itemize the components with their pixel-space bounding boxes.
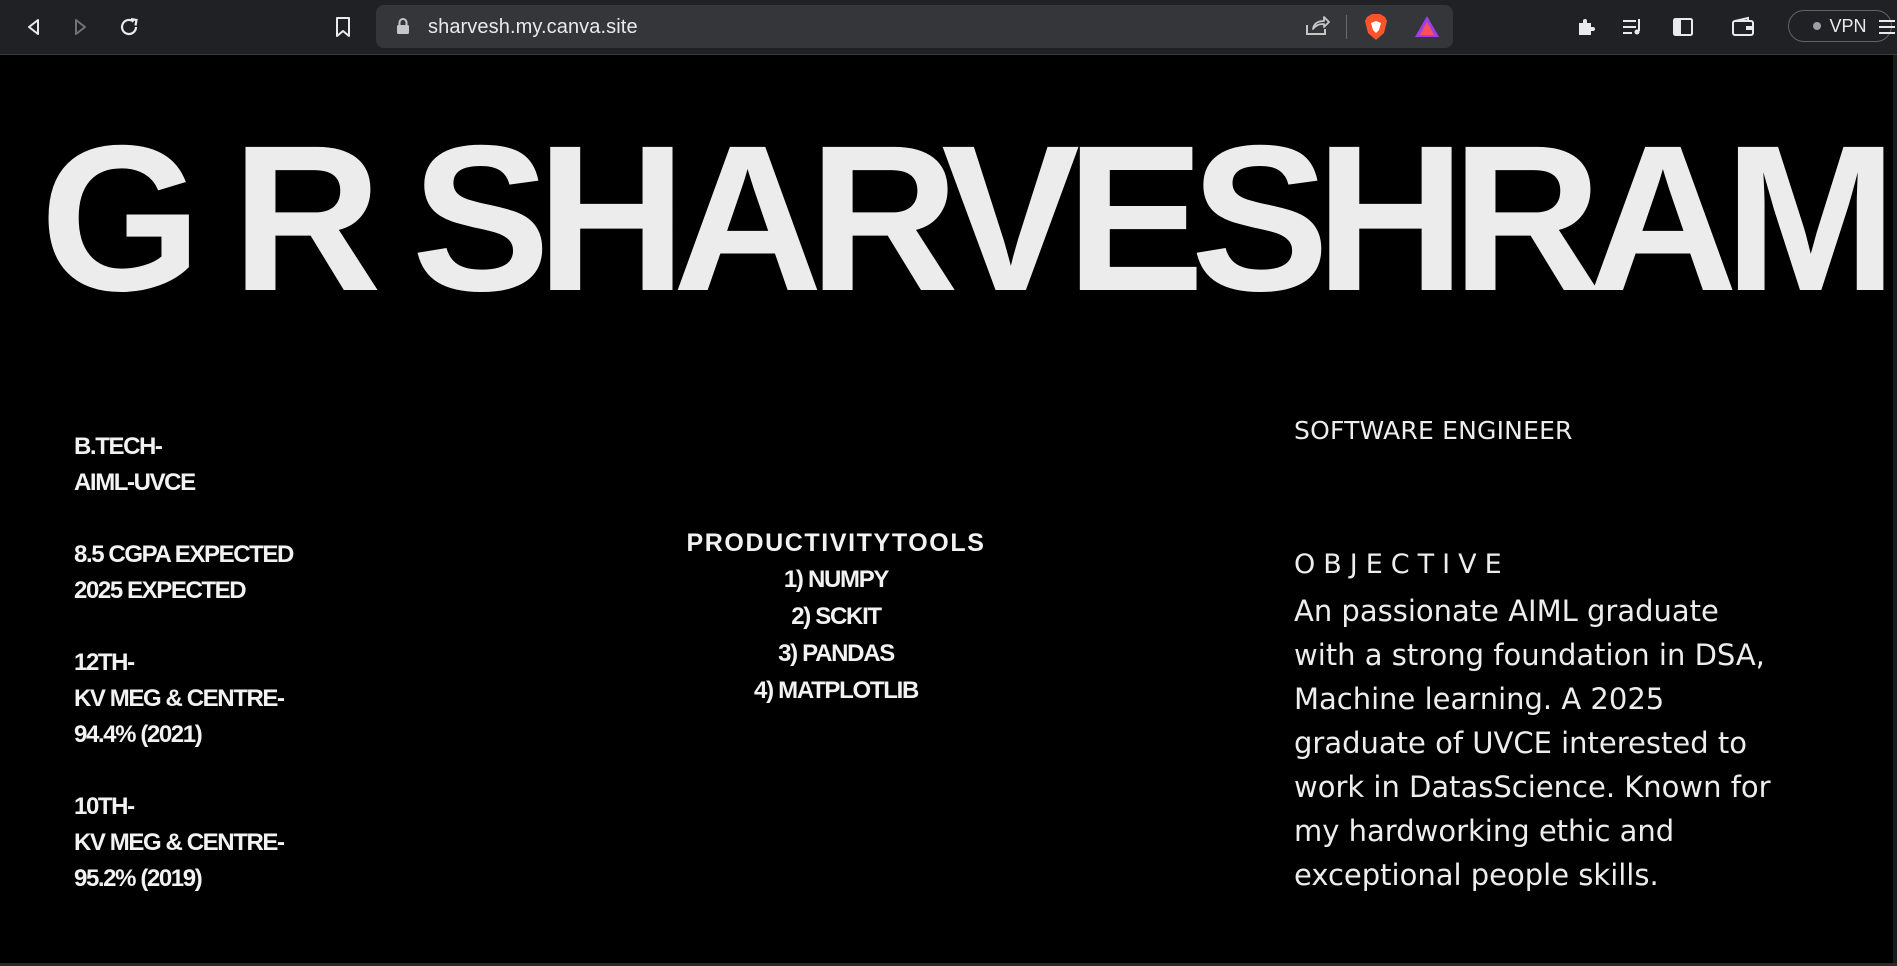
lock-icon[interactable] (396, 17, 410, 40)
education-line: 8.5 CGPA EXPECTED (74, 541, 294, 568)
objective-line: exceptional people skills. (1294, 858, 1659, 892)
education-line: 95.2% (2019) (74, 865, 203, 892)
menu-icon[interactable] (1873, 11, 1897, 43)
brave-rewards-icon[interactable] (1413, 14, 1441, 45)
education-line: KV MEG & CENTRE- (74, 685, 285, 712)
back-icon[interactable] (18, 11, 50, 43)
education-line: 12TH- (74, 649, 135, 676)
hero-name: G R SHARVESHRAM (40, 103, 1897, 335)
sidebar-icon[interactable] (1667, 11, 1699, 43)
role-title: SOFTWARE ENGINEER (1294, 416, 1573, 445)
education-block-degree: B.TECH- AIML-UVCE (74, 429, 293, 501)
objective-line: with a strong foundation in DSA, (1294, 638, 1765, 672)
brave-shields-icon[interactable] (1363, 13, 1389, 46)
objective-text: An passionate AIML graduate with a stron… (1294, 589, 1794, 897)
objective-line: Machine learning. A 2025 (1294, 682, 1665, 716)
education-line: 94.4% (2021) (74, 721, 203, 748)
scrollbar[interactable] (1893, 55, 1897, 963)
productivity-title: PRODUCTIVITYTOOLS (686, 529, 986, 557)
extensions-icon[interactable] (1570, 11, 1602, 43)
url-text[interactable]: sharvesh.my.canva.site (428, 16, 638, 39)
vpn-label: VPN (1829, 15, 1867, 36)
objective-line: my hardworking ethic and (1294, 814, 1675, 848)
education-column: B.TECH- AIML-UVCE 8.5 CGPA EXPECTED 2025… (74, 429, 294, 933)
address-bar[interactable]: sharvesh.my.canva.site (376, 5, 1453, 48)
objective-heading: OBJECTIVE (1294, 549, 1510, 580)
wallet-icon[interactable] (1727, 11, 1759, 43)
tool-item: 2) SCKIT (791, 603, 882, 630)
playlist-icon[interactable] (1617, 11, 1649, 43)
share-icon[interactable] (1304, 15, 1330, 42)
tool-item: 4) MATPLOTLIB (754, 677, 919, 704)
education-line: KV MEG & CENTRE- (74, 829, 285, 856)
forward-icon[interactable] (64, 11, 96, 43)
productivity-tools: PRODUCTIVITYTOOLS 1) NUMPY 2) SCKIT 3) P… (636, 525, 1036, 709)
page-content: G R SHARVESHRAM B.TECH- AIML-UVCE 8.5 CG… (0, 55, 1897, 963)
browser-toolbar: sharvesh.my.canva.site VPN (0, 0, 1897, 55)
education-line: AIML-UVCE (74, 469, 196, 496)
education-line: 10TH- (74, 793, 135, 820)
education-block-12th: 12TH- KV MEG & CENTRE- 94.4% (2021) (74, 645, 293, 753)
education-line: 2025 EXPECTED (74, 577, 247, 604)
objective-line: work in DatasScience. Known for (1294, 770, 1771, 804)
reload-icon[interactable] (113, 11, 145, 43)
education-block-10th: 10TH- KV MEG & CENTRE- 95.2% (2019) (74, 789, 293, 897)
bookmark-icon[interactable] (327, 11, 359, 43)
education-block-cgpa: 8.5 CGPA EXPECTED 2025 EXPECTED (74, 537, 294, 609)
education-line: B.TECH- (74, 433, 163, 460)
objective-line: graduate of UVCE interested to (1294, 726, 1747, 760)
vpn-status-icon (1813, 22, 1822, 30)
separator (1346, 15, 1347, 39)
tool-item: 1) NUMPY (783, 566, 890, 593)
objective-line: An passionate AIML graduate (1294, 594, 1719, 628)
tool-item: 3) PANDAS (778, 640, 895, 667)
